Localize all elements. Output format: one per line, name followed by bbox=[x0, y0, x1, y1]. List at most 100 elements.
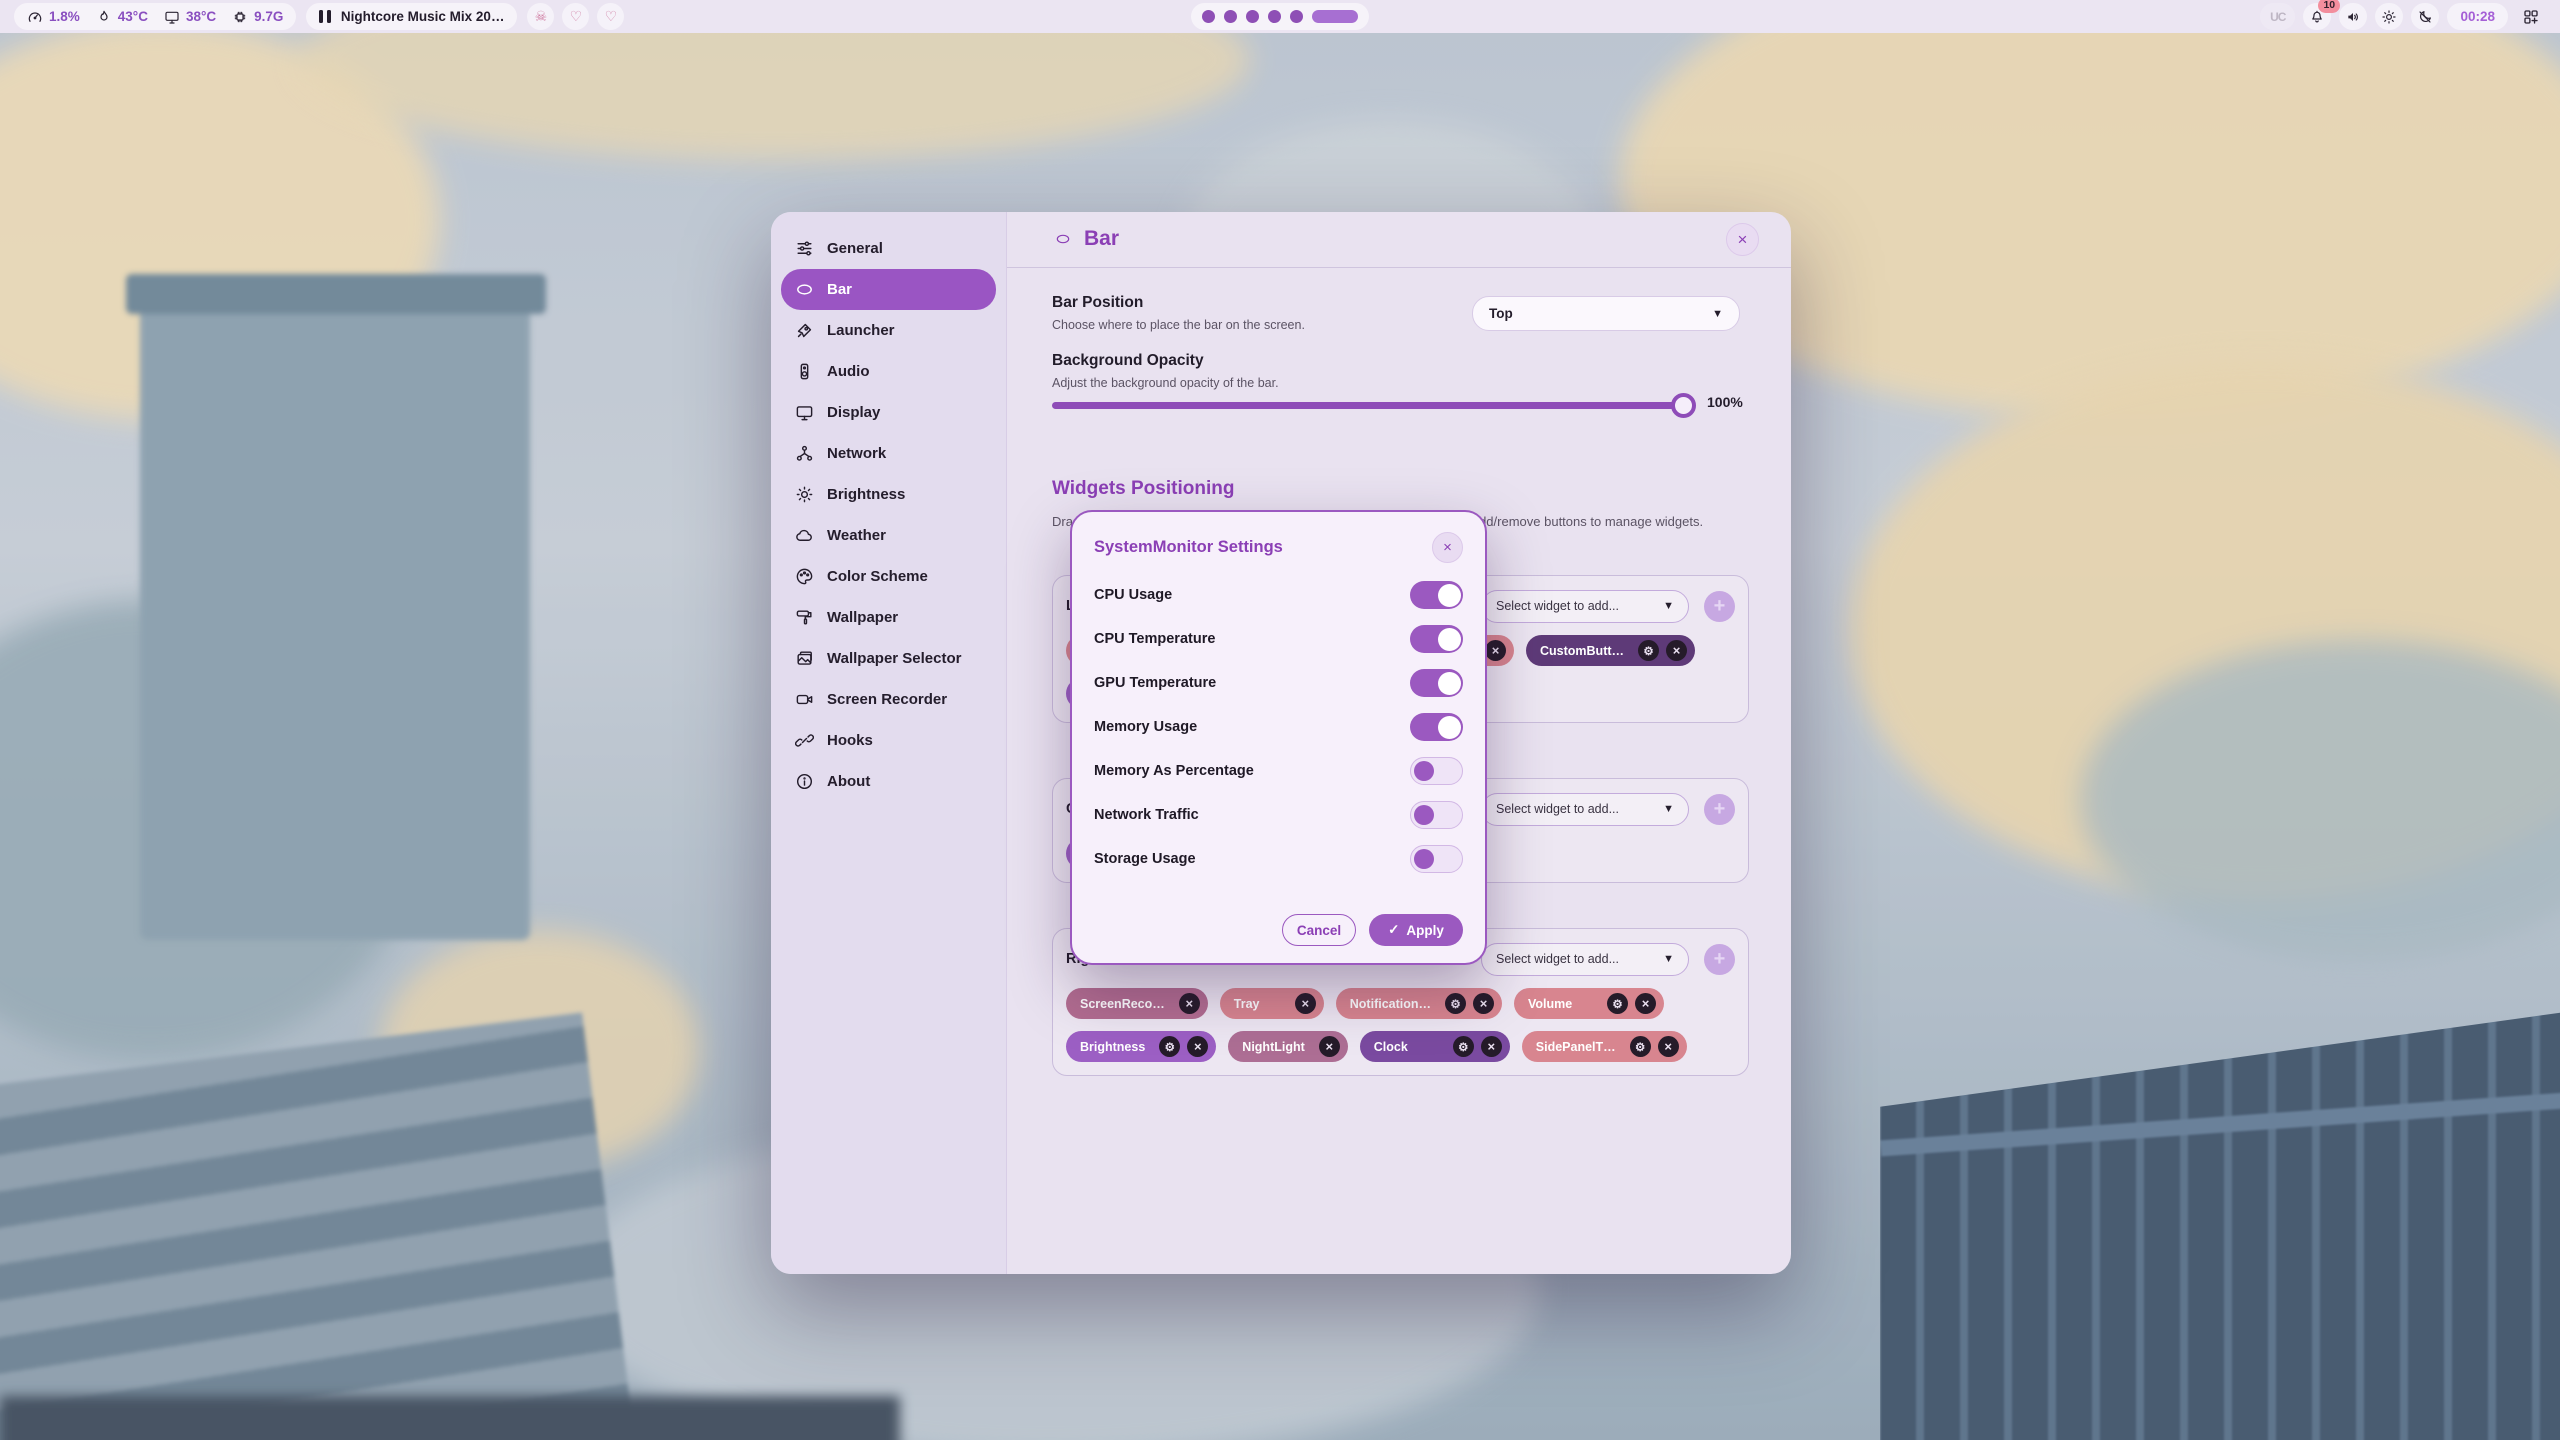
widget-settings-button[interactable]: ⚙ bbox=[1630, 1036, 1651, 1057]
heart-emoji-button[interactable]: ♡ bbox=[597, 3, 624, 30]
sidebar-item-audio[interactable]: Audio bbox=[781, 351, 996, 392]
toggle-label: CPU Temperature bbox=[1094, 631, 1215, 647]
keyboard-layout-indicator[interactable]: UC bbox=[2260, 3, 2295, 30]
widget-remove-button[interactable]: × bbox=[1658, 1036, 1679, 1057]
sidebar-item-brightness[interactable]: Brightness bbox=[781, 474, 996, 515]
sidebar-item-wallpaper[interactable]: Wallpaper bbox=[781, 597, 996, 638]
workspace-dot[interactable] bbox=[1246, 10, 1259, 23]
sidebar-item-weather[interactable]: Weather bbox=[781, 515, 996, 556]
toggle-row-cpu-temperature: CPU Temperature bbox=[1094, 617, 1463, 661]
widget-settings-button[interactable]: ⚙ bbox=[1453, 1036, 1474, 1057]
dialog-close-button[interactable]: × bbox=[1432, 532, 1463, 563]
skull-emoji-button[interactable]: ☠ bbox=[527, 3, 554, 30]
notifications-button[interactable]: 10 bbox=[2303, 3, 2331, 30]
cancel-button[interactable]: Cancel bbox=[1282, 914, 1356, 946]
widget-chip-screenreco[interactable]: ScreenReco…× bbox=[1066, 988, 1208, 1019]
sidebar-item-label: Hooks bbox=[827, 732, 873, 749]
bar-position-dropdown[interactable]: Top ▼ bbox=[1472, 296, 1740, 331]
widget-remove-button[interactable]: × bbox=[1179, 993, 1200, 1014]
images-icon bbox=[795, 649, 814, 668]
widget-settings-button[interactable]: ⚙ bbox=[1607, 993, 1628, 1014]
toggle-switch[interactable] bbox=[1410, 581, 1463, 609]
workspace-indicator[interactable] bbox=[1191, 3, 1369, 30]
workspace-dot-active[interactable] bbox=[1312, 10, 1358, 23]
widget-chip-custombutt[interactable]: CustomButt…⚙× bbox=[1526, 635, 1695, 666]
toggle-switch[interactable] bbox=[1410, 757, 1463, 785]
brightness-button[interactable] bbox=[2375, 3, 2403, 30]
widget-chip-clock[interactable]: Clock⚙× bbox=[1360, 1031, 1510, 1062]
add-widget-dropdown[interactable]: Select widget to add...▼ bbox=[1481, 590, 1689, 623]
info-icon bbox=[795, 772, 814, 791]
sidebar-item-display[interactable]: Display bbox=[781, 392, 996, 433]
workspace-dot[interactable] bbox=[1290, 10, 1303, 23]
slider-thumb[interactable] bbox=[1671, 393, 1696, 418]
desktop: 1.8%43°C38°C9.7G Nightcore Music Mix 20…… bbox=[0, 0, 2560, 1440]
toggle-switch[interactable] bbox=[1410, 713, 1463, 741]
sidebar-item-hooks[interactable]: Hooks bbox=[781, 720, 996, 761]
monitor-icon bbox=[795, 403, 814, 422]
workspace-dot[interactable] bbox=[1224, 10, 1237, 23]
widget-remove-button[interactable]: × bbox=[1485, 640, 1506, 661]
overview-button[interactable] bbox=[2516, 3, 2546, 30]
toggle-switch[interactable] bbox=[1410, 801, 1463, 829]
stat-value: 1.8% bbox=[49, 9, 80, 24]
apply-button[interactable]: ✓ Apply bbox=[1369, 914, 1463, 946]
add-widget-dropdown[interactable]: Select widget to add...▼ bbox=[1481, 793, 1689, 826]
sidebar-item-network[interactable]: Network bbox=[781, 433, 996, 474]
widget-chip-notification[interactable]: Notification…⚙× bbox=[1336, 988, 1502, 1019]
close-icon: × bbox=[1480, 996, 1488, 1011]
widget-chip-brightness[interactable]: Brightness⚙× bbox=[1066, 1031, 1216, 1062]
widget-chip-label: Tray bbox=[1234, 997, 1260, 1011]
opacity-slider[interactable] bbox=[1052, 402, 1692, 409]
toggle-label: Memory As Percentage bbox=[1094, 763, 1254, 779]
add-widget-dropdown[interactable]: Select widget to add...▼ bbox=[1481, 943, 1689, 976]
gear-icon: ⚙ bbox=[1635, 1040, 1645, 1054]
sidebar-item-general[interactable]: General bbox=[781, 228, 996, 269]
widget-remove-button[interactable]: × bbox=[1295, 993, 1316, 1014]
toggle-switch[interactable] bbox=[1410, 845, 1463, 873]
sidebar-item-launcher[interactable]: Launcher bbox=[781, 310, 996, 351]
night-light-button[interactable] bbox=[2411, 3, 2439, 30]
media-widget[interactable]: Nightcore Music Mix 20… bbox=[306, 3, 517, 30]
heart-emoji-button[interactable]: ♡ bbox=[562, 3, 589, 30]
add-widget-placeholder: Select widget to add... bbox=[1496, 599, 1619, 613]
window-close-button[interactable]: × bbox=[1726, 223, 1759, 256]
sidebar-item-color-scheme[interactable]: Color Scheme bbox=[781, 556, 996, 597]
widget-remove-button[interactable]: × bbox=[1666, 640, 1687, 661]
toggle-switch[interactable] bbox=[1410, 625, 1463, 653]
widget-remove-button[interactable]: × bbox=[1187, 1036, 1208, 1057]
widget-settings-button[interactable]: ⚙ bbox=[1159, 1036, 1180, 1057]
widget-settings-button[interactable]: ⚙ bbox=[1638, 640, 1659, 661]
widget-chip-sidepanelt[interactable]: SidePanelT…⚙× bbox=[1522, 1031, 1687, 1062]
toggle-switch[interactable] bbox=[1410, 669, 1463, 697]
add-widget-button[interactable]: + bbox=[1704, 591, 1735, 622]
add-widget-button[interactable]: + bbox=[1704, 944, 1735, 975]
volume-button[interactable] bbox=[2339, 3, 2367, 30]
widget-chip-nightlight[interactable]: NightLight × bbox=[1228, 1031, 1347, 1062]
widget-chip-label: NightLight bbox=[1242, 1040, 1304, 1054]
toggle-list: CPU UsageCPU TemperatureGPU TemperatureM… bbox=[1094, 573, 1463, 881]
sliders-icon bbox=[795, 239, 814, 258]
widget-remove-button[interactable]: × bbox=[1319, 1036, 1340, 1057]
toggle-label: Storage Usage bbox=[1094, 851, 1196, 867]
sidebar-item-bar[interactable]: Bar bbox=[781, 269, 996, 310]
close-icon: × bbox=[1301, 996, 1309, 1011]
gauge-icon bbox=[27, 9, 43, 25]
sidebar-item-about[interactable]: About bbox=[781, 761, 996, 802]
sun-icon bbox=[795, 485, 814, 504]
widget-remove-button[interactable]: × bbox=[1473, 993, 1494, 1014]
bar-position-setting: Bar Position Choose where to place the b… bbox=[1052, 294, 1305, 332]
widget-chip-tray[interactable]: Tray × bbox=[1220, 988, 1324, 1019]
widget-settings-button[interactable]: ⚙ bbox=[1445, 993, 1466, 1014]
clock[interactable]: 00:28 bbox=[2447, 3, 2508, 30]
system-stats: 1.8%43°C38°C9.7G bbox=[14, 3, 296, 30]
widget-remove-button[interactable]: × bbox=[1481, 1036, 1502, 1057]
sidebar-item-screen-recorder[interactable]: Screen Recorder bbox=[781, 679, 996, 720]
sidebar-item-label: General bbox=[827, 240, 883, 257]
widget-chip-volume[interactable]: Volume⚙× bbox=[1514, 988, 1664, 1019]
widget-remove-button[interactable]: × bbox=[1635, 993, 1656, 1014]
workspace-dot[interactable] bbox=[1268, 10, 1281, 23]
add-widget-button[interactable]: + bbox=[1704, 794, 1735, 825]
sidebar-item-wallpaper-selector[interactable]: Wallpaper Selector bbox=[781, 638, 996, 679]
workspace-dot[interactable] bbox=[1202, 10, 1215, 23]
